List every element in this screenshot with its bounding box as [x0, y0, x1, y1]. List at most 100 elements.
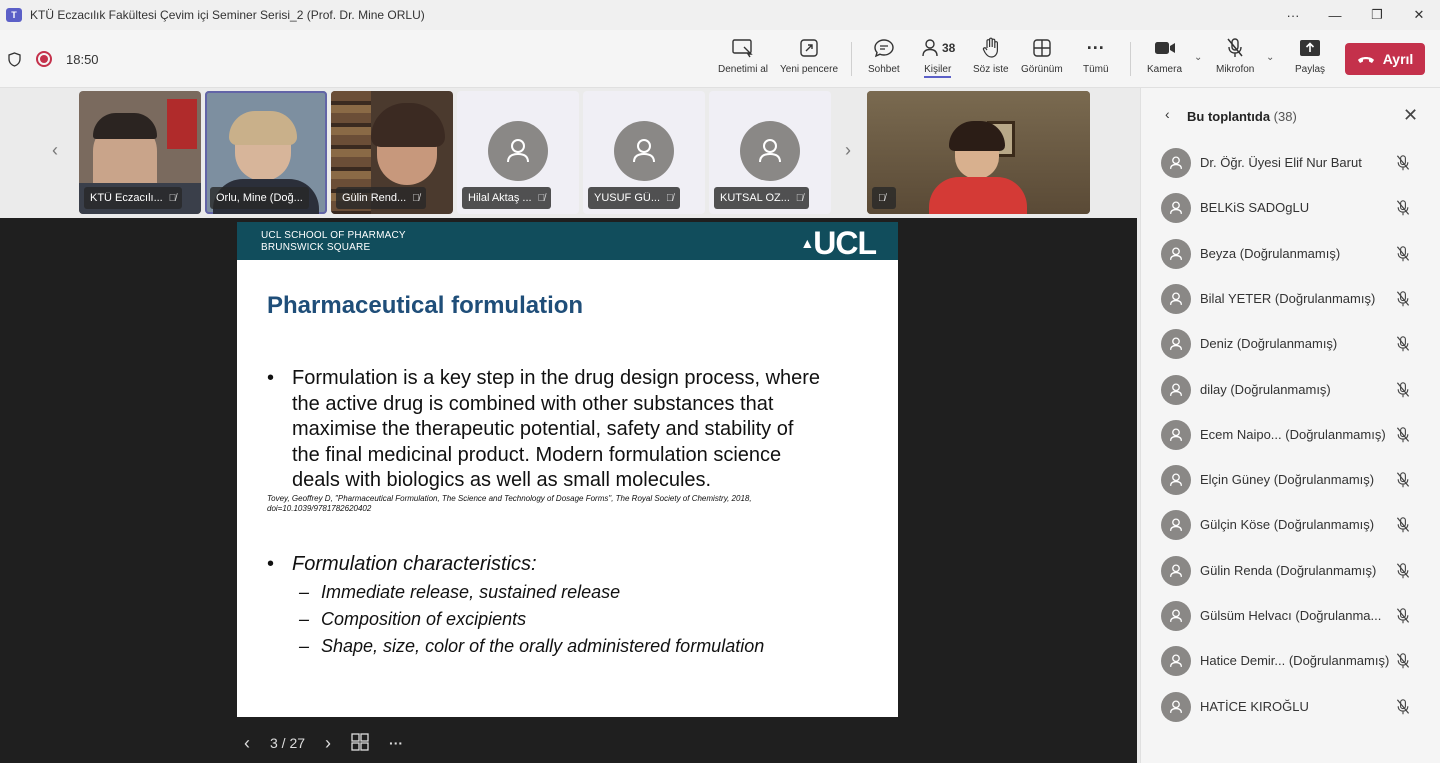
- citation-line: Tovey, Geoffrey D, "Pharmaceutical Formu…: [267, 494, 752, 503]
- microphone-button[interactable]: Mikrofon: [1216, 36, 1254, 82]
- participant-name-tag: KTÜ Eczacılı... 🎙̸: [84, 187, 183, 209]
- participant-list-item[interactable]: Ecem Naipo... (Doğrulanmamış): [1141, 412, 1440, 457]
- more-button[interactable]: ··· Tümü: [1083, 36, 1109, 82]
- mic-off-icon: 🎙̸: [412, 192, 420, 204]
- people-label: Kişiler: [924, 64, 952, 78]
- participant-list-item[interactable]: Dr. Öğr. Üyesi Elif Nur Barut: [1141, 140, 1440, 185]
- avatar: [1161, 193, 1191, 224]
- participants-panel: ‹ Bu toplantıda (38) ✕ Dr. Öğr. Üyesi El…: [1140, 88, 1440, 763]
- recording-icon: [36, 51, 52, 67]
- mic-off-icon: [1395, 290, 1411, 313]
- participant-tile[interactable]: Orlu, Mine (Doğ...: [205, 91, 327, 214]
- ucl-logo: ▲UCL: [800, 225, 877, 261]
- participant-list-item[interactable]: Hatice Demir... (Doğrulanmamış): [1141, 638, 1440, 683]
- participant-tile[interactable]: YUSUF GÜ... 🎙̸: [583, 91, 705, 214]
- participant-count: (38): [1273, 109, 1297, 124]
- participant-name-tag: Gülin Rend... 🎙̸: [336, 187, 426, 209]
- back-chevron-icon[interactable]: ‹: [1165, 106, 1170, 122]
- raise-hand-icon: [981, 36, 1001, 60]
- chat-button[interactable]: Sohbet: [868, 36, 900, 82]
- mic-off-icon: [1395, 562, 1411, 585]
- view-button[interactable]: Görünüm: [1021, 36, 1063, 82]
- participant-list-item[interactable]: Bilal YETER (Doğrulanmamış): [1141, 276, 1440, 321]
- bullet-line: maximise the therapeutic potential, safe…: [292, 418, 794, 440]
- ucl-logo-mark-icon: ▲: [800, 235, 814, 251]
- shield-icon[interactable]: [8, 51, 22, 67]
- participant-tile[interactable]: KTÜ Eczacılı... 🎙̸: [79, 91, 201, 214]
- shared-slide: UCL SCHOOL OF PHARMACY BRUNSWICK SQUARE …: [237, 222, 898, 717]
- participant-list-item[interactable]: BELKiS SADOgLU: [1141, 185, 1440, 230]
- raise-hand-button[interactable]: Söz iste: [973, 36, 1009, 82]
- dash-icon: –: [299, 636, 310, 656]
- sub-bullet-text: Composition of excipients: [321, 609, 527, 629]
- window-title: KTÜ Eczacılık Fakültesi Çevim içi Semine…: [30, 8, 425, 22]
- share-button[interactable]: Paylaş: [1295, 36, 1325, 82]
- ucl-logo-text: UCL: [813, 225, 877, 261]
- window-more-button[interactable]: ···: [1272, 0, 1314, 30]
- participant-list-item[interactable]: Gülsüm Helvacı (Doğrulanma...: [1141, 593, 1440, 638]
- leave-label: Ayrıl: [1382, 51, 1414, 67]
- participant-name: YUSUF GÜ...: [594, 192, 661, 204]
- self-mute-tag: 🎙̸: [872, 187, 896, 209]
- content-stage: UCL SCHOOL OF PHARMACY BRUNSWICK SQUARE …: [0, 218, 1137, 763]
- participant-name-tag: YUSUF GÜ... 🎙̸: [588, 187, 680, 209]
- restore-button[interactable]: ❐: [1356, 0, 1398, 30]
- participant-list-item[interactable]: Elçin Güney (Doğrulanmamış): [1141, 457, 1440, 502]
- close-window-button[interactable]: ✕: [1398, 0, 1440, 30]
- gallery-next-chevron-icon[interactable]: ›: [845, 140, 851, 161]
- minimize-button[interactable]: —: [1314, 0, 1356, 30]
- previous-slide-chevron-icon[interactable]: ‹: [244, 733, 250, 754]
- chat-label: Sohbet: [868, 64, 900, 75]
- avatar: [740, 121, 800, 181]
- camera-icon: [1154, 36, 1176, 60]
- bullet-line: the final medicinal product. Modern form…: [292, 443, 782, 466]
- participant-name: Dr. Öğr. Üyesi Elif Nur Barut: [1200, 155, 1362, 170]
- slide-more-icon[interactable]: ···: [389, 735, 403, 751]
- mic-off-icon: 🎙̸: [168, 192, 177, 204]
- mic-off-icon: [1395, 199, 1411, 222]
- bullet-icon: •: [267, 367, 275, 389]
- participant-list-item[interactable]: HATİCE KIROĞLU: [1141, 684, 1440, 729]
- camera-options-chevron-icon[interactable]: ⌄: [1194, 52, 1202, 63]
- close-panel-icon[interactable]: ✕: [1403, 105, 1418, 126]
- meeting-timer: 18:50: [66, 51, 99, 67]
- participant-list-item[interactable]: Deniz (Doğrulanmamış): [1141, 321, 1440, 366]
- participant-name: Bilal YETER (Doğrulanmamış): [1200, 290, 1376, 306]
- mic-off-icon: [1395, 607, 1411, 630]
- avatar: [1161, 329, 1191, 360]
- new-window-label: Yeni pencere: [780, 64, 839, 75]
- panel-title: Bu toplantıda (38): [1187, 109, 1297, 124]
- microphone-options-chevron-icon[interactable]: ⌄: [1266, 52, 1274, 63]
- camera-button[interactable]: Kamera: [1147, 36, 1182, 82]
- sub-bullet-text: Immediate release, sustained release: [321, 582, 621, 602]
- participant-tile[interactable]: Gülin Rend... 🎙̸: [331, 91, 453, 214]
- person-icon: [633, 139, 655, 163]
- bullet-line: Formulation is a key step in the drug de…: [292, 367, 821, 389]
- leave-button[interactable]: Ayrıl: [1345, 43, 1425, 75]
- avatar: [1161, 510, 1191, 541]
- people-button[interactable]: 38 Kişiler: [920, 36, 955, 82]
- participant-tile[interactable]: Hilal Aktaş ... 🎙̸: [457, 91, 579, 214]
- participant-shirt: [929, 177, 1027, 214]
- avatar: [1161, 283, 1191, 314]
- participant-list-item[interactable]: Gülin Renda (Doğrulanmamış): [1141, 548, 1440, 593]
- participant-name: Deniz (Doğrulanmamış): [1200, 336, 1338, 352]
- participant-tile[interactable]: KUTSAL OZ... 🎙̸: [709, 91, 831, 214]
- participant-list-item[interactable]: Gülçin Köse (Doğrulanmamış): [1141, 502, 1440, 547]
- participant-list-item[interactable]: dilay (Doğrulanmamış): [1141, 367, 1440, 412]
- mic-off-icon: [1395, 381, 1411, 404]
- share-icon: [1299, 36, 1321, 60]
- self-view-tile[interactable]: 🎙̸: [867, 91, 1090, 214]
- participant-list-item[interactable]: Beyza (Doğrulanmamış): [1141, 231, 1440, 276]
- participant-name-tag: KUTSAL OZ... 🎙̸: [714, 187, 810, 209]
- participant-hair: [229, 111, 297, 145]
- pop-out-icon: [799, 36, 819, 60]
- slide-grid-icon[interactable]: [351, 732, 369, 754]
- take-control-button[interactable]: Denetimi al: [718, 36, 768, 82]
- slide-title: Pharmaceutical formulation: [267, 292, 584, 319]
- new-window-button[interactable]: Yeni pencere: [780, 36, 838, 82]
- gallery-previous-chevron-icon[interactable]: ‹: [52, 140, 58, 161]
- next-slide-chevron-icon[interactable]: ›: [325, 733, 331, 754]
- meeting-status: 18:50: [8, 30, 99, 88]
- share-label: Paylaş: [1295, 64, 1326, 75]
